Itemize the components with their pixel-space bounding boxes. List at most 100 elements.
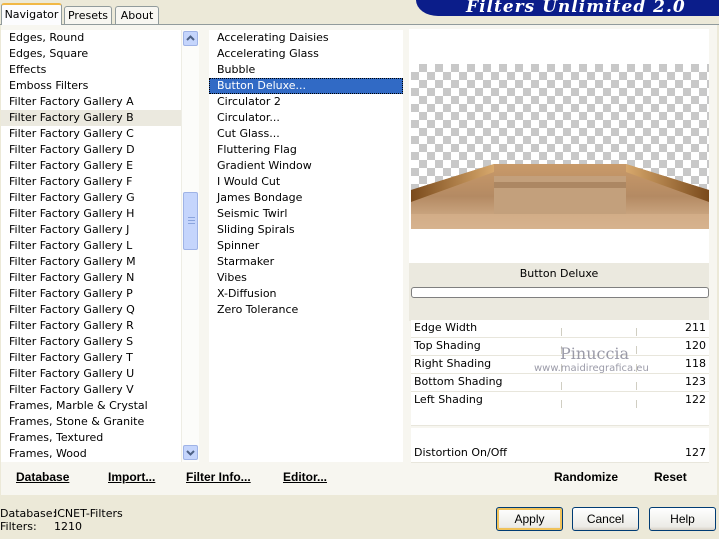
list-item[interactable]: Filter Factory Gallery T (1, 350, 181, 366)
param-value: 123 (685, 375, 706, 388)
param-value: 211 (685, 321, 706, 334)
scroll-down-button[interactable] (183, 445, 198, 460)
filters-count-label: Filters: (0, 520, 37, 533)
param-value: 120 (685, 339, 706, 352)
list-item[interactable]: Seismic Twirl (209, 206, 403, 222)
list-item[interactable]: Filter Factory Gallery M (1, 254, 181, 270)
list-item[interactable]: Filter Factory Gallery Q (1, 302, 181, 318)
list-item[interactable]: Filter Factory Gallery V (1, 382, 181, 398)
param-row[interactable]: Bottom Shading 123 (411, 374, 709, 392)
slider-tick (636, 346, 637, 354)
list-item[interactable]: Filter Factory Gallery B (1, 110, 181, 126)
list-item[interactable]: Circulator... (209, 110, 403, 126)
slider-tick (636, 382, 637, 390)
list-item[interactable]: Filter Factory Gallery C (1, 126, 181, 142)
database-label: Database: (0, 507, 57, 520)
list-item[interactable]: Filter Factory Gallery E (1, 158, 181, 174)
param-value: 118 (685, 357, 706, 370)
param-row-empty-2 (411, 428, 709, 446)
list-item[interactable]: Button Deluxe... (209, 78, 403, 94)
list-item[interactable]: Spinner (209, 238, 403, 254)
list-item[interactable]: Sliding Spirals (209, 222, 403, 238)
param-label: Edge Width (414, 321, 478, 334)
list-item[interactable]: Effects (1, 62, 181, 78)
category-scrollbar[interactable] (181, 30, 199, 462)
param-label: Left Shading (414, 393, 483, 406)
app-title: Filters Unlimited 2.0 (466, 0, 686, 16)
list-item[interactable]: Vibes (209, 270, 403, 286)
randomize-button[interactable]: Randomize (554, 470, 618, 484)
editor-button[interactable]: Editor... (283, 470, 327, 484)
title-banner: Filters Unlimited 2.0 (416, 0, 719, 16)
scroll-thumb[interactable] (183, 192, 198, 250)
list-item[interactable]: Starmaker (209, 254, 403, 270)
filter-info-button[interactable]: Filter Info... (186, 470, 251, 484)
param-row[interactable]: Edge Width 211 (411, 320, 709, 338)
list-item[interactable]: Filter Factory Gallery L (1, 238, 181, 254)
preview-render (411, 164, 709, 229)
param-label: Distortion On/Off (414, 446, 507, 459)
preview-image (411, 64, 709, 229)
list-item[interactable]: Frames, Stone & Granite (1, 414, 181, 430)
list-item[interactable]: Accelerating Glass (209, 46, 403, 62)
progress-bar (411, 287, 709, 298)
tab-navigator[interactable]: Navigator (1, 3, 62, 25)
list-item[interactable]: Frames, Wood (1, 446, 181, 462)
filters-count-value: 1210 (54, 520, 82, 533)
tab-presets[interactable]: Presets (64, 6, 112, 24)
param-label: Right Shading (414, 357, 492, 370)
list-item[interactable]: Filter Factory Gallery G (1, 190, 181, 206)
param-row-empty-1 (411, 408, 709, 426)
list-item[interactable]: I Would Cut (209, 174, 403, 190)
list-item[interactable]: Filter Factory Gallery U (1, 366, 181, 382)
cancel-button[interactable]: Cancel (572, 507, 639, 531)
tab-about[interactable]: About (115, 6, 159, 24)
list-item[interactable]: James Bondage (209, 190, 403, 206)
list-item[interactable]: Bubble (209, 62, 403, 78)
list-item[interactable]: Edges, Round (1, 30, 181, 46)
slider-tick (636, 328, 637, 336)
param-label: Bottom Shading (414, 375, 503, 388)
slider-tick (561, 382, 562, 390)
list-item[interactable]: Filter Factory Gallery S (1, 334, 181, 350)
param-label: Top Shading (414, 339, 481, 352)
list-item[interactable]: Circulator 2 (209, 94, 403, 110)
list-item[interactable]: Zero Tolerance (209, 302, 403, 318)
list-item[interactable]: X-Diffusion (209, 286, 403, 302)
param-value: 122 (685, 393, 706, 406)
list-item[interactable]: Gradient Window (209, 158, 403, 174)
watermark-name: Pinuccia (560, 344, 630, 363)
category-list[interactable]: Edges, Round Edges, Square Effects Emboss F… (1, 30, 181, 462)
list-item[interactable]: Cut Glass... (209, 126, 403, 142)
filter-name: Button Deluxe (519, 267, 599, 280)
list-item[interactable]: Filter Factory Gallery R (1, 318, 181, 334)
param-row-distortion[interactable]: Distortion On/Off 127 (411, 445, 709, 463)
list-item[interactable]: Emboss Filters (1, 78, 181, 94)
list-item[interactable]: Filter Factory Gallery N (1, 270, 181, 286)
chevron-down-icon (186, 450, 195, 456)
list-item[interactable]: Filter Factory Gallery P (1, 286, 181, 302)
list-item[interactable]: Frames, Marble & Crystal (1, 398, 181, 414)
list-item[interactable]: Filter Factory Gallery A (1, 94, 181, 110)
list-item[interactable]: Frames, Textured (1, 430, 181, 446)
database-button[interactable]: Database (16, 470, 69, 484)
list-item[interactable]: Filter Factory Gallery F (1, 174, 181, 190)
database-value: ICNET-Filters (54, 507, 123, 520)
list-item[interactable]: Accelerating Daisies (209, 30, 403, 46)
watermark-url: www.maidiregrafica.eu (534, 363, 649, 374)
reset-button[interactable]: Reset (654, 470, 687, 484)
apply-button[interactable]: Apply (496, 507, 563, 531)
list-item[interactable]: Filter Factory Gallery J (1, 222, 181, 238)
list-item[interactable]: Edges, Square (1, 46, 181, 62)
filter-list[interactable]: Accelerating Daisies Accelerating Glass Bu… (209, 30, 403, 462)
scroll-up-button[interactable] (183, 31, 198, 46)
help-button[interactable]: Help (649, 507, 716, 531)
slider-tick (636, 400, 637, 408)
param-value: 127 (685, 446, 706, 459)
import-button[interactable]: Import... (108, 470, 155, 484)
chevron-up-icon (186, 35, 195, 41)
list-item[interactable]: Filter Factory Gallery D (1, 142, 181, 158)
slider-tick (561, 400, 562, 408)
list-item[interactable]: Filter Factory Gallery H (1, 206, 181, 222)
list-item[interactable]: Fluttering Flag (209, 142, 403, 158)
